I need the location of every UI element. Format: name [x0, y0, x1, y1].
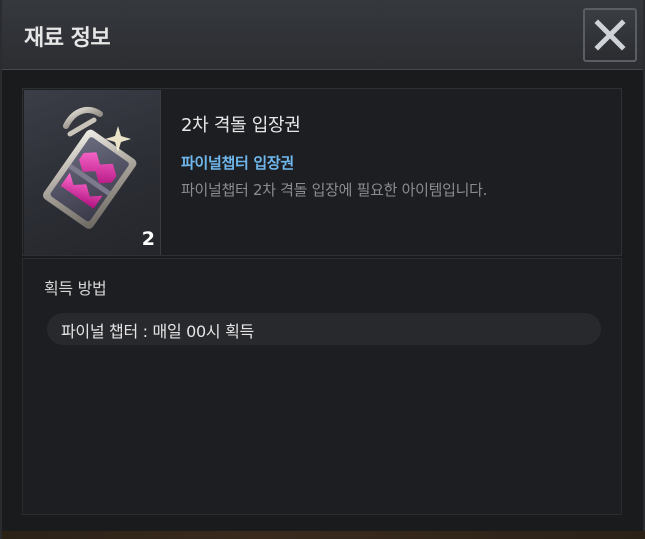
ticket-icon — [43, 107, 137, 229]
item-description: 파이널챕터 2차 격돌 입장에 필요한 아이템입니다. — [181, 181, 488, 199]
background-strip — [2, 531, 645, 539]
close-x-icon — [594, 19, 626, 51]
dialog-title: 재료 정보 — [24, 26, 111, 51]
close-button[interactable] — [583, 8, 637, 62]
material-info-dialog: 재료 정보 2 2차 격돌 입장권 파이널챕터 입장권 파이널챕터 2차 격돌 … — [0, 0, 645, 539]
item-name: 2차 격돌 입장권 — [181, 115, 301, 136]
item-icon-slot[interactable]: 2 — [24, 90, 161, 255]
acquisition-panel: 획득 방법 파이널 챕터 : 매일 00시 획득 — [22, 258, 622, 515]
acquisition-method-text: 파이널 챕터 : 매일 00시 획득 — [61, 322, 254, 341]
item-card: 2 2차 격돌 입장권 파이널챕터 입장권 파이널챕터 2차 격돌 입장에 필요… — [22, 88, 622, 256]
acquisition-heading: 획득 방법 — [44, 279, 107, 298]
item-category: 파이널챕터 입장권 — [181, 154, 294, 172]
item-count: 2 — [141, 228, 155, 250]
title-bar: 재료 정보 — [2, 0, 643, 70]
acquisition-method-row[interactable]: 파이널 챕터 : 매일 00시 획득 — [47, 313, 601, 345]
